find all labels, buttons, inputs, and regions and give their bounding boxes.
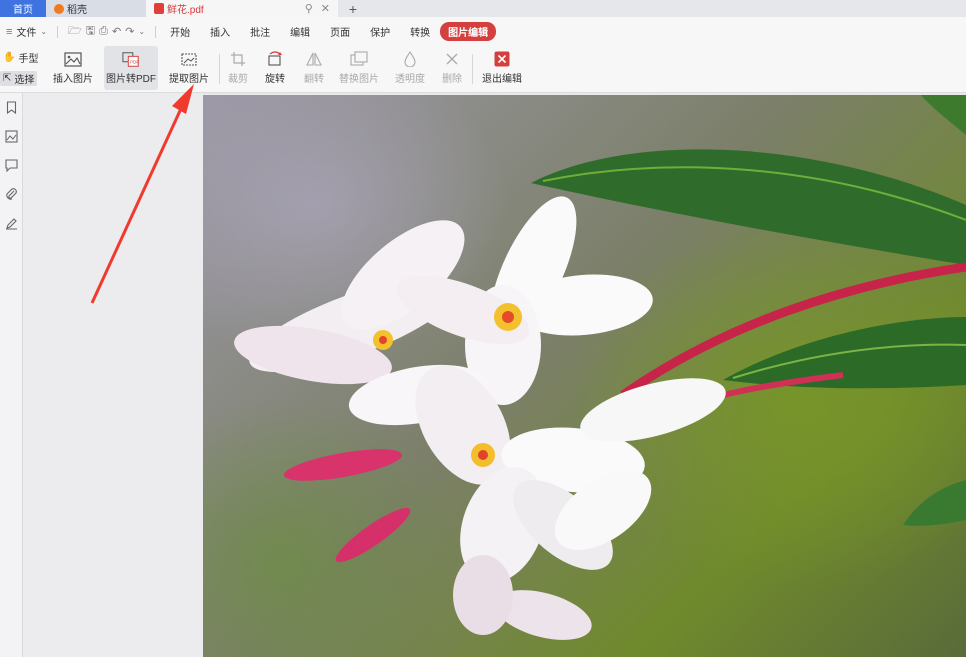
menu-item-convert[interactable]: 转换 [400,24,440,39]
delete-button[interactable]: 删除 [438,46,466,90]
image-to-pdf-button[interactable]: PDF 图片转PDF [104,46,158,90]
menu-item-edit[interactable]: 编辑 [280,24,320,39]
tab-home-label: 首页 [13,5,33,16]
daoke-icon [54,3,64,14]
menu-item-protect[interactable]: 保护 [360,24,400,39]
tab-daoke-label: 稻壳 [67,5,87,16]
insert-image-label: 插入图片 [53,74,93,85]
select-tool[interactable]: ⇱ 选择 [0,71,38,86]
crop-icon [229,51,247,67]
flip-icon [305,51,323,67]
crop-label: 裁剪 [228,74,248,85]
document-image[interactable] [203,95,966,657]
select-tool-label: 选择 [14,75,35,86]
delete-label: 删除 [442,74,462,85]
rotate-icon [266,51,284,67]
replace-image-icon [350,51,368,67]
menu-item-insert[interactable]: 插入 [200,24,240,39]
side-panel [23,93,203,657]
tab-document-label: 鲜花.pdf [167,5,204,16]
image-to-pdf-icon: PDF [122,51,140,67]
tab-home[interactable]: 首页 [0,0,46,17]
extract-image-icon [180,51,198,67]
delete-x-icon [443,51,461,67]
file-menu-label: 文件 [16,28,37,39]
hand-tool[interactable]: ✋ 手型 [0,50,41,65]
opacity-drop-icon [401,51,419,67]
left-rail [0,93,23,657]
exit-edit-label: 退出编辑 [482,74,522,85]
undo-icon[interactable]: ↶ [112,25,121,38]
hand-icon: ✋ [3,52,16,63]
crop-button[interactable]: 裁剪 [224,46,252,90]
flip-label: 翻转 [304,74,324,85]
divider [57,25,59,38]
rotate-button[interactable]: 旋转 [258,46,292,90]
bookmark-icon[interactable] [0,93,23,122]
opacity-button[interactable]: 透明度 [390,46,430,90]
pdf-icon [154,3,164,14]
svg-text:PDF: PDF [130,59,139,64]
attachment-icon[interactable] [0,180,23,209]
extract-image-button[interactable]: 提取图片 [166,46,212,90]
rotate-label: 旋转 [265,74,285,85]
new-tab-button[interactable]: + [338,0,368,17]
menu-item-image-edit[interactable]: 图片编辑 [440,22,497,41]
replace-image-label: 替换图片 [339,74,379,85]
exit-edit-button[interactable]: 退出编辑 [480,46,524,90]
save-icon[interactable]: 🖫 [86,22,95,41]
print-icon[interactable]: ⎙ [99,25,108,38]
menu-item-comment[interactable]: 批注 [240,24,280,39]
image-to-pdf-label: 图片转PDF [106,74,156,85]
close-icon[interactable]: ✕ [321,2,330,15]
menu-item-start[interactable]: 开始 [160,24,200,39]
hand-tool-label: 手型 [18,54,39,65]
redo-icon[interactable]: ↷ [125,25,134,38]
comment-icon[interactable] [0,151,23,180]
customize-icon[interactable]: ⌄ [138,27,145,36]
opacity-label: 透明度 [395,74,425,85]
pdf-editor-window: 首页 稻壳 鲜花.pdf ⚲ ✕ + ≡ 文件 ⌄ 🗁 🖫 ⎙ ↶ ↷ ⌄ 开始… [0,0,966,657]
cursor-icon: ⇱ [3,73,12,84]
extract-image-label: 提取图片 [169,74,209,85]
menu-item-page[interactable]: 页面 [320,24,360,39]
chevron-down-icon: ⌄ [40,27,48,36]
tab-bar: 首页 稻壳 鲜花.pdf ⚲ ✕ + [0,0,966,17]
new-tab-label: + [348,0,358,17]
flip-button[interactable]: 翻转 [300,46,328,90]
menu-bar: ≡ 文件 ⌄ 🗁 🖫 ⎙ ↶ ↷ ⌄ 开始 插入 批注 编辑 页面 保护 转换 … [0,17,966,46]
image-edit-toolbar: ✋ 手型 ⇱ 选择 插入图片 PDF 图片转PDF 提取图片 裁剪 旋转 翻转 … [0,46,966,93]
pin-icon[interactable]: ⚲ [305,2,313,15]
signature-icon[interactable] [0,209,23,238]
open-folder-icon[interactable]: 🗁 [68,22,82,41]
tab-document[interactable]: 鲜花.pdf ⚲ ✕ [146,0,338,17]
tab-daoke[interactable]: 稻壳 [46,0,146,17]
divider [219,54,220,84]
exit-icon [493,51,511,67]
replace-image-button[interactable]: 替换图片 [336,46,382,90]
divider [472,54,473,84]
divider [155,25,157,38]
hamburger-icon: ≡ [6,25,13,38]
image-icon [64,51,82,67]
quick-access: 🗁 🖫 ⎙ ↶ ↷ ⌄ [62,22,151,41]
flower-photo [234,95,966,640]
insert-image-button[interactable]: 插入图片 [50,46,96,90]
thumbnail-icon[interactable] [0,122,23,151]
file-menu[interactable]: ≡ 文件 ⌄ [0,24,53,40]
